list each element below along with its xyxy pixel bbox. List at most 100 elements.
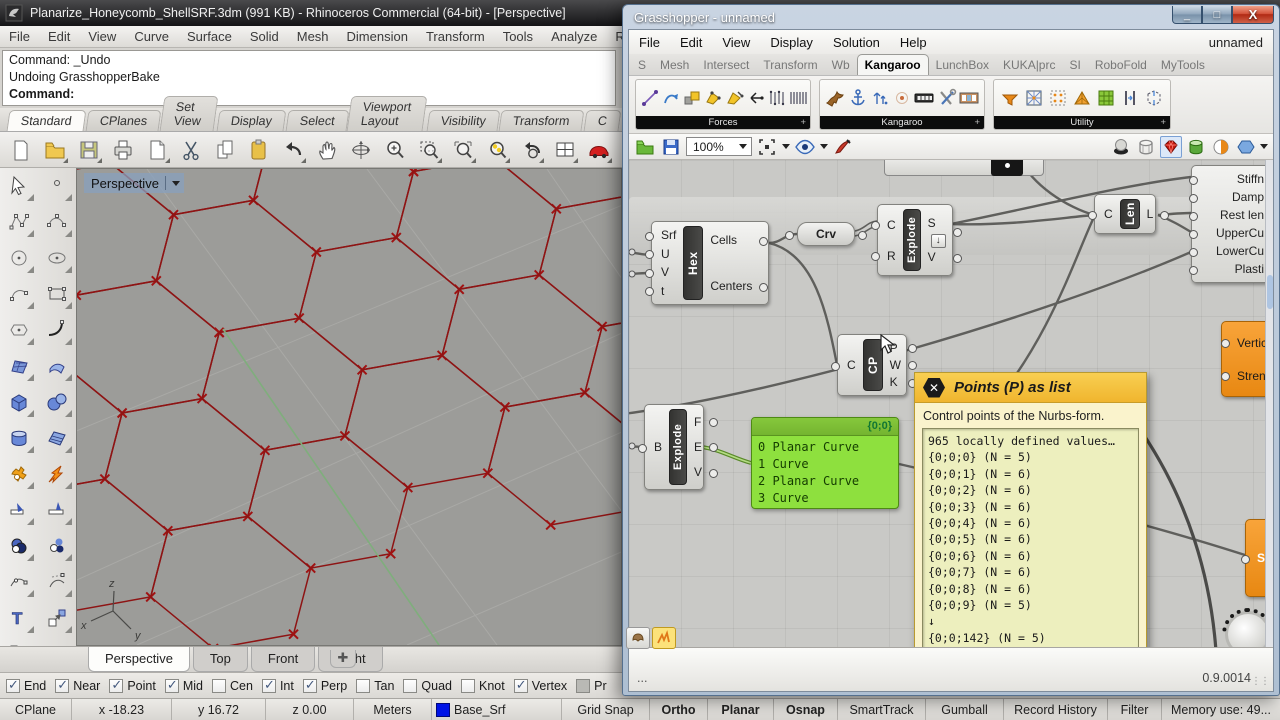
input-port[interactable]: C: [1088, 206, 1116, 222]
rhino-toolbar-tab[interactable]: Visibility: [426, 110, 500, 131]
zoom-fit-icon[interactable]: [756, 136, 778, 158]
dense-hatch-icon[interactable]: [787, 85, 807, 111]
copy-icon[interactable]: [212, 136, 238, 164]
cut-icon[interactable]: [178, 136, 204, 164]
chevron-down-icon[interactable]: [1260, 144, 1268, 149]
quad-checkbox[interactable]: [403, 678, 418, 693]
explode-capsule[interactable]: Explode: [902, 209, 921, 271]
input-port[interactable]: Srf: [644, 227, 679, 243]
orange-sphere-icon[interactable]: [1210, 136, 1232, 158]
status-cell[interactable]: Filter: [1108, 699, 1162, 720]
curve-handle-icon[interactable]: [38, 564, 76, 600]
status-cell[interactable]: y 16.72: [172, 699, 266, 720]
scrollbar-thumb[interactable]: [1267, 275, 1273, 309]
len-capsule[interactable]: Len: [1119, 199, 1140, 229]
save-icon[interactable]: [76, 136, 102, 164]
tan-checkbox[interactable]: [356, 678, 371, 693]
mid-checkbox[interactable]: [164, 677, 179, 693]
kangaroo-solver-icon[interactable]: [824, 85, 846, 111]
sphere-icon[interactable]: [38, 384, 76, 420]
gh-menu-help[interactable]: Help: [890, 32, 937, 53]
grasshopper-window[interactable]: Grasshopper - unnamed _ □ X File Edit Vi…: [622, 4, 1280, 696]
springs-icon[interactable]: [640, 85, 660, 111]
status-cell[interactable]: z 0.00: [266, 699, 354, 720]
grasshopper-tab[interactable]: RoboFold: [1088, 55, 1154, 75]
grasshopper-tab[interactable]: SI: [1062, 55, 1087, 75]
zoom-extents-icon[interactable]: [484, 136, 510, 164]
cylinder-icon[interactable]: [0, 420, 38, 456]
vector-force-icon[interactable]: [745, 85, 765, 111]
gravity-icon[interactable]: [724, 85, 744, 111]
page-setup-icon[interactable]: [144, 136, 170, 164]
command-prompt[interactable]: Command:: [9, 86, 609, 103]
grasshopper-tab[interactable]: S: [631, 55, 653, 75]
cen-checkbox[interactable]: [212, 678, 226, 693]
output-port[interactable]: F: [691, 414, 719, 430]
polygon-icon[interactable]: [0, 312, 38, 348]
network-icon[interactable]: [1022, 85, 1045, 111]
output-port[interactable]: E: [691, 439, 719, 455]
zoom-window-icon[interactable]: [416, 136, 442, 164]
rhino-menu-item[interactable]: File: [0, 27, 39, 46]
pr-checkbox[interactable]: [576, 678, 591, 693]
rhino-menu-item[interactable]: View: [79, 27, 125, 46]
grid-icon[interactable]: [1094, 85, 1117, 111]
grasshopper-tab[interactable]: Wb: [825, 55, 857, 75]
component-length[interactable]: C Len L: [1088, 194, 1169, 234]
gh-menu-view[interactable]: View: [712, 32, 760, 53]
rhino-command-area[interactable]: Command: _Undo Undoing GrasshopperBake C…: [2, 50, 616, 106]
forces-group-label[interactable]: Forces: [636, 116, 810, 129]
funnel-icon[interactable]: [998, 85, 1021, 111]
status-cell[interactable]: Meters: [354, 699, 432, 720]
status-cell[interactable]: Memory use: 49...: [1162, 699, 1280, 720]
component-hexgrid[interactable]: Srf U Vt Hex Cells Centers: [644, 221, 769, 305]
rhino-toolbar-tab[interactable]: C: [583, 110, 622, 131]
close-button[interactable]: X: [1232, 6, 1274, 24]
surface-patch-icon[interactable]: [38, 420, 76, 456]
trim-icon[interactable]: [0, 492, 38, 528]
rhino-toolbar-tab[interactable]: Transform: [498, 110, 585, 131]
status-cell[interactable]: Grid Snap: [562, 699, 650, 720]
input-port[interactable]: Damp: [1189, 189, 1267, 205]
shaded-ball-icon[interactable]: [1110, 136, 1132, 158]
grasshopper-tab[interactable]: Mesh: [653, 55, 696, 75]
boolean-union-icon[interactable]: [0, 528, 38, 564]
grasshopper-canvas[interactable]: Srf U Vt Hex Cells Centers Crv CR Explode: [629, 160, 1273, 647]
moth-button[interactable]: [626, 627, 650, 649]
pan-icon[interactable]: [314, 136, 340, 164]
explode-icon[interactable]: [0, 456, 38, 492]
wire-cylinder-icon[interactable]: [1135, 136, 1157, 158]
input-port[interactable]: Plasti: [1189, 261, 1267, 277]
rhino-menu-item[interactable]: Analyze: [542, 27, 606, 46]
move-icon[interactable]: [38, 600, 76, 636]
input-port[interactable]: B: [637, 439, 665, 455]
status-cell[interactable]: CPlane: [0, 699, 72, 720]
int-checkbox[interactable]: [261, 677, 276, 693]
box-icon[interactable]: [0, 384, 38, 420]
output-port[interactable]: V: [925, 249, 962, 265]
paste-icon[interactable]: [246, 136, 272, 164]
status-cell[interactable]: Base_Srf: [432, 699, 562, 720]
curve-point-edit-icon[interactable]: [0, 564, 38, 600]
input-port[interactable]: R: [871, 248, 899, 264]
rhino-menu-item[interactable]: Tools: [494, 27, 542, 46]
print-icon[interactable]: [110, 136, 136, 164]
surface-icon[interactable]: [0, 348, 38, 384]
green-cylinder-icon[interactable]: [1185, 136, 1207, 158]
anchor-icon[interactable]: [847, 85, 868, 111]
output-port[interactable]: L: [1144, 206, 1169, 222]
grasshopper-tab[interactable]: Kangaroo: [856, 54, 929, 75]
chevron-down-icon[interactable]: [782, 144, 790, 149]
component-explode-bottom[interactable]: B Explode FEV: [637, 404, 719, 490]
hatch-force-icon[interactable]: [766, 85, 786, 111]
unary-force-icon[interactable]: [682, 85, 702, 111]
circle-icon[interactable]: [0, 240, 38, 276]
canvas-vertical-scrollbar[interactable]: [1265, 160, 1273, 647]
boolean-difference-icon[interactable]: [38, 528, 76, 564]
grasshopper-titlebar[interactable]: Grasshopper - unnamed _ □ X: [628, 5, 1274, 29]
component-explode-top[interactable]: CR Explode S V: [871, 204, 962, 276]
perp-checkbox[interactable]: [302, 677, 317, 693]
select-cursor-icon[interactable]: [0, 168, 38, 204]
near-checkbox[interactable]: [55, 677, 70, 693]
status-cell[interactable]: Ortho: [650, 699, 708, 720]
